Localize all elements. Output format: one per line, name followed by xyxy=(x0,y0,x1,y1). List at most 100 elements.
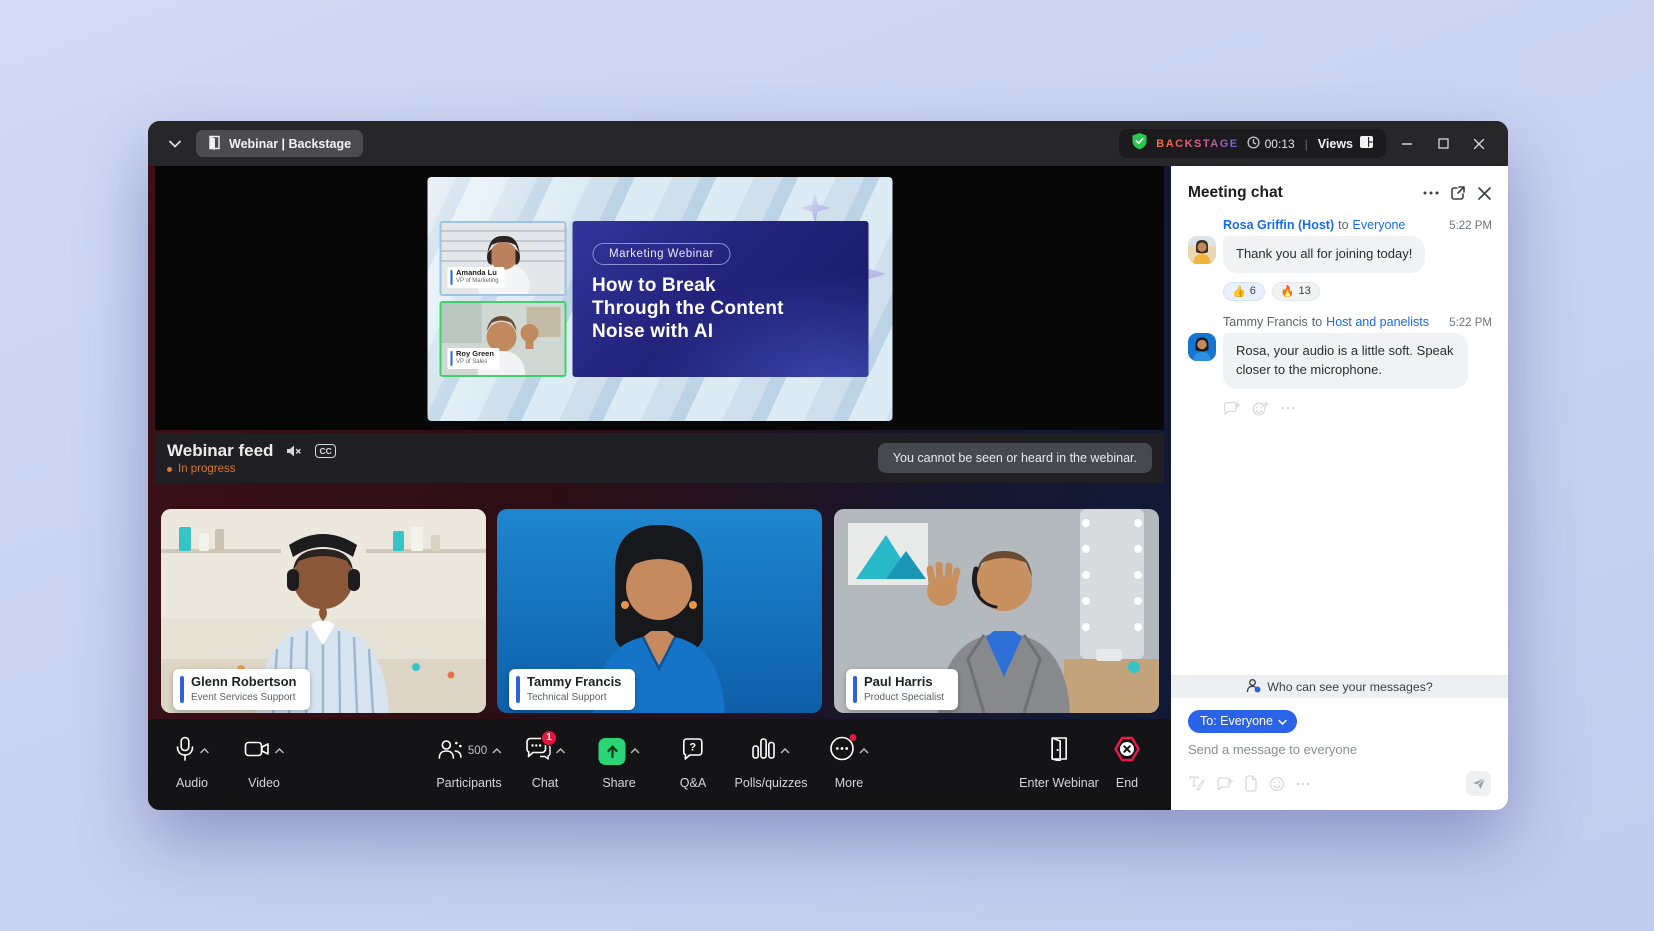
maximize-button[interactable] xyxy=(1428,129,1458,159)
participants-label: Participants xyxy=(436,776,501,790)
message-sender[interactable]: Rosa Griffin (Host) xyxy=(1223,218,1334,232)
popout-icon[interactable] xyxy=(1450,185,1466,201)
views-label: Views xyxy=(1318,137,1353,151)
video-button[interactable]: Video xyxy=(244,733,284,790)
more-options-icon xyxy=(830,736,855,766)
presentation-slide: Marketing Webinar How to Break Through t… xyxy=(427,177,892,421)
chat-message-1: Rosa Griffin (Host) to Everyone 5:22 PM … xyxy=(1188,218,1492,301)
webinar-window: Webinar | Backstage BACKSTAGE 00:13 | Vi… xyxy=(148,121,1508,810)
participants-button[interactable]: 500 Participants xyxy=(436,733,501,790)
audio-button[interactable]: Audio xyxy=(175,733,209,790)
audio-label: Audio xyxy=(176,776,208,790)
qa-button[interactable]: ? Q&A xyxy=(680,733,706,790)
speaker-thumb-roy: Roy Green VP of Sales xyxy=(439,301,566,377)
backstage-status-pill: BACKSTAGE 00:13 | Views xyxy=(1119,129,1386,158)
close-button[interactable] xyxy=(1464,129,1494,159)
in-progress-dot xyxy=(167,467,172,472)
attach-file-icon[interactable] xyxy=(1244,775,1258,792)
tab-label: Webinar | Backstage xyxy=(229,137,351,151)
chat-bubble-icon: 1 xyxy=(525,737,551,766)
message-sender[interactable]: Tammy Francis xyxy=(1223,315,1308,329)
quote-reply-icon[interactable] xyxy=(1223,401,1240,416)
chat-button[interactable]: 1 Chat xyxy=(525,733,565,790)
nameplate-tammy: Tammy Francis Technical Support xyxy=(509,669,635,710)
reaction-thumbs-up[interactable]: 👍 6 xyxy=(1223,282,1265,301)
more-caret-icon[interactable] xyxy=(860,748,869,754)
video-tile-tammy[interactable]: Tammy Francis Technical Support xyxy=(497,509,822,713)
slide-title-line: Noise with AI xyxy=(592,321,852,344)
collapse-chevron-icon[interactable] xyxy=(162,131,188,157)
share-label: Share xyxy=(602,776,635,790)
tile-name: Glenn Robertson xyxy=(191,674,296,690)
closed-captions-icon[interactable]: CC xyxy=(315,444,335,458)
camera-icon xyxy=(244,739,270,764)
end-hexagon-icon xyxy=(1113,736,1141,767)
message-more-icon[interactable] xyxy=(1281,401,1295,416)
microphone-icon xyxy=(175,736,195,767)
send-to-selector[interactable]: To: Everyone xyxy=(1188,710,1297,733)
message-bubble: Thank you all for joining today! xyxy=(1223,236,1425,273)
add-reaction-icon[interactable] xyxy=(1252,401,1269,416)
chat-more-icon[interactable] xyxy=(1423,191,1439,195)
chat-close-icon[interactable] xyxy=(1477,186,1492,201)
backstage-toast: You cannot be seen or heard in the webin… xyxy=(878,443,1152,473)
person-privacy-icon xyxy=(1246,678,1261,696)
participants-caret-icon[interactable] xyxy=(492,748,501,754)
video-tile-paul[interactable]: Paul Harris Product Specialist xyxy=(834,509,1159,713)
share-caret-icon[interactable] xyxy=(631,748,640,754)
enter-webinar-button[interactable]: Enter Webinar xyxy=(1019,733,1099,790)
views-button[interactable]: Views xyxy=(1318,135,1374,152)
tile-role: Event Services Support xyxy=(191,692,296,705)
composer-more-icon[interactable] xyxy=(1296,782,1310,786)
end-button[interactable]: End xyxy=(1113,733,1141,790)
to-word: to xyxy=(1334,218,1352,232)
slide-title-panel: Marketing Webinar How to Break Through t… xyxy=(572,221,868,377)
text-format-icon[interactable] xyxy=(1188,775,1205,792)
video-tile-glenn[interactable]: Glenn Robertson Event Services Support xyxy=(161,509,486,713)
svg-text:?: ? xyxy=(690,741,697,753)
separator: | xyxy=(1303,137,1310,151)
chat-unread-badge: 1 xyxy=(541,730,557,746)
stage: Marketing Webinar How to Break Through t… xyxy=(148,166,1171,810)
slide-title-line: Through the Content xyxy=(592,298,852,321)
message-input[interactable] xyxy=(1188,742,1468,757)
nameplate-paul: Paul Harris Product Specialist xyxy=(846,669,958,710)
more-button[interactable]: More xyxy=(830,733,869,790)
send-message-button[interactable] xyxy=(1466,771,1491,796)
polls-bars-icon xyxy=(752,736,776,766)
message-audience[interactable]: Host and panelists xyxy=(1326,315,1429,329)
composer-toolbar xyxy=(1188,771,1491,796)
qa-icon: ? xyxy=(681,737,705,766)
message-audience[interactable]: Everyone xyxy=(1353,218,1406,232)
enter-door-icon xyxy=(1048,736,1070,766)
to-word: to xyxy=(1308,315,1326,329)
minimize-button[interactable] xyxy=(1392,129,1422,159)
who-can-see-bar[interactable]: Who can see your messages? xyxy=(1171,675,1508,698)
chat-header: Meeting chat xyxy=(1171,166,1508,212)
chat-label: Chat xyxy=(532,776,558,790)
more-notification-dot xyxy=(850,734,857,741)
chat-title: Meeting chat xyxy=(1188,184,1283,202)
reaction-fire[interactable]: 🔥 13 xyxy=(1272,282,1320,301)
chat-caret-icon[interactable] xyxy=(556,748,565,754)
polls-caret-icon[interactable] xyxy=(781,748,790,754)
feed-status-bar: Webinar feed CC In progress You cannot b… xyxy=(155,433,1164,483)
polls-button[interactable]: Polls/quizzes xyxy=(735,733,808,790)
emoji-icon[interactable] xyxy=(1269,776,1285,792)
decor-star-small xyxy=(800,193,830,223)
tile-name: Tammy Francis xyxy=(527,674,621,690)
speaker-muted-icon[interactable] xyxy=(285,443,303,459)
video-caret-icon[interactable] xyxy=(275,748,284,754)
who-can-see-label: Who can see your messages? xyxy=(1267,680,1432,694)
speaker-label-roy: Roy Green VP of Sales xyxy=(447,348,500,369)
share-button[interactable]: Share xyxy=(599,733,640,790)
audio-caret-icon[interactable] xyxy=(200,748,209,754)
quote-message-icon[interactable] xyxy=(1216,776,1233,792)
tile-role: Technical Support xyxy=(527,692,621,705)
fire-emoji: 🔥 xyxy=(1281,285,1295,298)
message-time: 5:22 PM xyxy=(1449,317,1492,329)
end-label: End xyxy=(1116,776,1138,790)
tab-webinar-backstage[interactable]: Webinar | Backstage xyxy=(196,130,363,157)
reaction-count: 6 xyxy=(1250,285,1256,297)
nameplate-glenn: Glenn Robertson Event Services Support xyxy=(173,669,310,710)
